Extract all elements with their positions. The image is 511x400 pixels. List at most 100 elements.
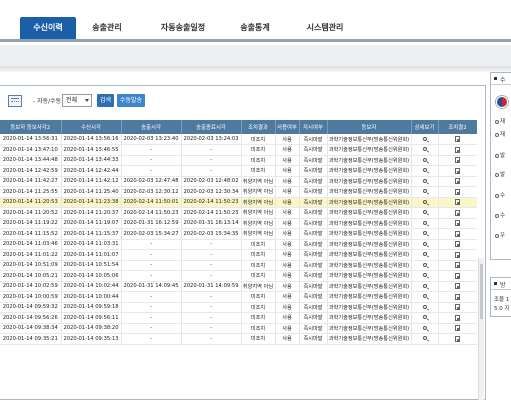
table-row[interactable]: 2020-01-14 11:03:46 2020-01-14 11:03:31- -… xyxy=(0,239,477,250)
table-row[interactable]: 2020-01-14 09:38:34 2020-01-14 09:38:20- -… xyxy=(0,323,477,334)
document-icon[interactable] xyxy=(455,178,460,184)
table-row[interactable]: 2020-01-14 11:20:52 2020-01-14 11:20:37 20… xyxy=(0,207,477,219)
table-row[interactable]: 2020-01-14 11:25:55 2020-01-14 11:25:40 20… xyxy=(0,186,477,198)
table-cell: 2020-01-14 09:56:11 xyxy=(61,312,122,324)
table-row[interactable]: 2020-01-14 11:19:22 2020-01-14 11:19:07 20… xyxy=(0,218,477,229)
detail-cell xyxy=(411,134,439,145)
table-row[interactable]: 2020-01-14 10:02:59 2020-01-14 10:02:44 20… xyxy=(0,281,477,292)
search-button[interactable]: 검색 xyxy=(97,94,114,107)
document-icon[interactable] xyxy=(455,325,460,331)
magnifier-icon[interactable] xyxy=(422,231,427,236)
table-row[interactable]: 2020-01-14 11:20:53 2020-01-14 11:23:38 20… xyxy=(0,197,477,208)
magnifier-icon[interactable] xyxy=(422,199,427,204)
magnifier-icon[interactable] xyxy=(422,147,427,152)
scrollbar-thumb[interactable] xyxy=(480,264,483,319)
magnifier-icon[interactable] xyxy=(422,178,427,183)
table-cell: 사용 xyxy=(275,333,300,345)
magnifier-icon[interactable] xyxy=(422,304,427,309)
magnifier-icon[interactable] xyxy=(422,336,427,341)
document-icon[interactable] xyxy=(455,188,460,195)
document-icon[interactable] xyxy=(455,272,460,279)
detail-cell xyxy=(411,155,439,166)
table-cell: 미조치 xyxy=(241,239,276,250)
table-row[interactable]: 2020-01-14 09:59:32 2020-01-14 09:59:18- -… xyxy=(0,302,477,313)
table-row[interactable]: 2020-01-14 09:35:21 2020-01-14 09:35:13- -… xyxy=(0,333,477,345)
magnifier-icon[interactable] xyxy=(422,241,427,246)
document-icon[interactable] xyxy=(455,262,460,268)
tab-system-manage[interactable]: 시스템관리 xyxy=(297,17,353,39)
document-icon[interactable] xyxy=(455,199,460,205)
side-option[interactable]: 수 xyxy=(495,191,505,199)
table-row[interactable]: 2020-01-14 10:51:09 2020-01-14 10:51:54- -… xyxy=(0,260,477,271)
side-option-label: 재 xyxy=(500,132,506,138)
document-icon[interactable] xyxy=(455,209,460,216)
action-cell xyxy=(438,186,477,198)
radio-icon xyxy=(495,233,499,238)
document-icon[interactable] xyxy=(455,146,460,153)
table-row[interactable]: 2020-01-14 11:42:27 2020-01-14 11:42:12 20… xyxy=(0,176,477,187)
table-cell: 2020-01-14 09:38:20 xyxy=(61,323,122,334)
table-cell: 2020-01-14 09:35:21 xyxy=(0,333,62,345)
document-icon[interactable] xyxy=(455,283,460,289)
table-cell: 2020-01-14 12:42:44 xyxy=(61,165,122,177)
magnifier-icon[interactable] xyxy=(422,294,427,299)
table-row[interactable]: 2020-01-14 13:44:48 2020-01-14 13:44:33- -… xyxy=(0,155,477,166)
table-row[interactable]: 2020-01-14 10:00:59 2020-01-14 10:00:44- -… xyxy=(0,291,477,303)
side-option[interactable]: 발 xyxy=(495,151,505,159)
magnifier-icon[interactable] xyxy=(422,262,427,267)
table-row[interactable]: 2020-01-14 12:42:59 2020-01-14 12:42:44- -… xyxy=(0,165,477,177)
tab-auto-schedule[interactable]: 자동송출일정 xyxy=(150,17,216,39)
document-icon[interactable] xyxy=(455,293,460,300)
magnifier-icon[interactable] xyxy=(422,210,427,215)
table-cell: 과학기술정보통신부(방송통신위원회) xyxy=(327,228,412,240)
side-option[interactable]: 우 xyxy=(495,231,505,239)
table-row[interactable]: 2020-01-14 13:56:31 2020-01-14 13:56:16 20… xyxy=(0,134,477,145)
document-icon[interactable] xyxy=(455,230,460,237)
document-icon[interactable] xyxy=(455,304,460,310)
document-icon[interactable] xyxy=(455,167,460,174)
magnifier-icon[interactable] xyxy=(422,136,427,141)
magnifier-icon[interactable] xyxy=(422,283,427,288)
magnifier-icon[interactable] xyxy=(422,168,427,173)
filter-bar: - 자동/수동 : 전체 검색 수동발송 xyxy=(0,92,486,110)
tab-receive-history[interactable]: 수신이력 xyxy=(20,17,76,39)
calendar-icon[interactable] xyxy=(8,95,22,107)
table-row[interactable]: 2020-01-14 09:56:26 2020-01-14 09:56:11- -… xyxy=(0,312,477,324)
side-option[interactable]: 재 xyxy=(495,117,505,125)
tab-send-manage[interactable]: 송출관리 xyxy=(84,17,130,39)
magnifier-icon[interactable] xyxy=(422,189,427,194)
table-row[interactable]: 2020-01-14 11:01:22 2020-01-14 11:01:07- -… xyxy=(0,249,477,261)
table-cell: - xyxy=(181,302,242,313)
table-row[interactable]: 2020-01-14 13:47:10 2020-01-14 13:46:55- -… xyxy=(0,144,477,156)
select-value: 전체 xyxy=(66,97,78,104)
document-icon[interactable] xyxy=(455,220,460,226)
column-header: 수신시각 xyxy=(61,120,122,134)
document-icon[interactable] xyxy=(455,241,460,247)
side-option[interactable]: 재 xyxy=(495,130,505,138)
document-icon[interactable] xyxy=(455,251,460,258)
tab-send-stats[interactable]: 송출통계 xyxy=(232,17,278,39)
auto-manual-select[interactable]: 전체 xyxy=(62,94,92,107)
document-icon[interactable] xyxy=(455,314,460,321)
magnifier-icon[interactable] xyxy=(422,252,427,257)
table-row[interactable]: 2020-01-14 11:15:52 2020-01-14 11:15:37 20… xyxy=(0,228,477,240)
table-cell: - xyxy=(181,333,242,345)
document-icon[interactable] xyxy=(455,135,460,142)
table-row[interactable]: 2020-01-14 10:05:21 2020-01-14 10:05:06- -… xyxy=(0,270,477,282)
magnifier-icon[interactable] xyxy=(422,273,427,278)
table-cell: 과학기술정보통신부(방송통신위원회) xyxy=(327,144,412,156)
magnifier-icon[interactable] xyxy=(422,157,427,162)
magnifier-icon[interactable] xyxy=(422,325,427,330)
document-icon[interactable] xyxy=(455,157,460,163)
side-option[interactable]: 수 xyxy=(495,211,505,219)
column-header: 상세보기 xyxy=(411,120,439,134)
document-icon[interactable] xyxy=(455,335,460,342)
manual-send-button[interactable]: 수동발송 xyxy=(117,94,145,107)
magnifier-icon[interactable] xyxy=(422,315,427,320)
magnifier-icon[interactable] xyxy=(422,220,427,225)
table-cell: 2020-02-14 11:50:23 xyxy=(121,207,182,219)
side-option[interactable]: 발 xyxy=(495,170,505,178)
radio-icon xyxy=(495,172,499,177)
table-cell: 미조치 xyxy=(241,302,276,313)
table-scrollbar[interactable] xyxy=(478,258,484,400)
